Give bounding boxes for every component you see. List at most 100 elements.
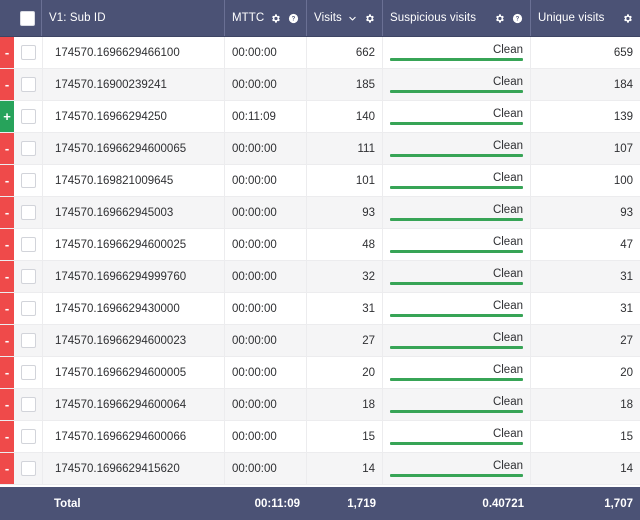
row-select-checkbox-cell[interactable] — [14, 133, 42, 164]
row-select-checkbox[interactable] — [20, 269, 36, 284]
suspicious-status-label: Clean — [492, 236, 523, 248]
gear-icon[interactable] — [270, 13, 281, 24]
cell-mttc: 00:11:09 — [225, 101, 307, 132]
row-select-checkbox[interactable] — [20, 237, 36, 252]
row-select-checkbox[interactable] — [20, 109, 36, 124]
cell-mttc: 00:00:00 — [225, 69, 307, 100]
cell-suspicious-visits: Clean — [383, 229, 531, 260]
cell-mttc: 00:00:00 — [225, 453, 307, 484]
cell-suspicious-visits: Clean — [383, 389, 531, 420]
cell-sub-id: 174570.16966294600023 — [42, 325, 225, 356]
row-select-checkbox-cell[interactable] — [14, 389, 42, 420]
select-all-checkbox[interactable] — [20, 10, 35, 26]
gear-icon[interactable] — [494, 13, 505, 24]
help-icon[interactable]: ? — [288, 13, 299, 24]
suspicious-status-label: Clean — [492, 268, 523, 280]
row-select-checkbox-cell[interactable] — [14, 69, 42, 100]
row-collapse-minus-icon[interactable]: - — [0, 165, 14, 196]
cell-suspicious-visits: Clean — [383, 325, 531, 356]
row-collapse-minus-icon[interactable]: - — [0, 229, 14, 260]
column-header-suspicious-visits[interactable]: Suspicious visits ? — [383, 0, 531, 36]
row-select-checkbox[interactable] — [20, 77, 36, 92]
row-select-checkbox-cell[interactable] — [14, 229, 42, 260]
cell-suspicious-visits: Clean — [383, 421, 531, 452]
row-select-checkbox-cell[interactable] — [14, 453, 42, 484]
suspicious-status-label: Clean — [492, 396, 523, 408]
help-icon[interactable]: ? — [512, 13, 523, 24]
table-row[interactable]: -174570.16966294600066 00:00:00 15 Clean 15 — [0, 421, 640, 453]
suspicious-progress-bar — [390, 314, 523, 317]
cell-unique-visits: 47 — [620, 238, 633, 251]
cell-unique-visits: 107 — [613, 142, 633, 155]
row-select-checkbox-cell[interactable] — [14, 261, 42, 292]
gear-icon[interactable] — [364, 13, 375, 24]
table-row[interactable]: -174570.16900239241 00:00:00 185 Clean 184 — [0, 69, 640, 101]
column-header-unique-visits[interactable]: Unique visits — [531, 0, 640, 36]
cell-sub-id: 174570.16966294250 — [42, 101, 225, 132]
row-select-checkbox-cell[interactable] — [14, 165, 42, 196]
total-suspicious-visits: 0.40721 — [482, 497, 524, 510]
cell-mttc: 00:00:00 — [225, 357, 307, 388]
column-header-visits[interactable]: Visits — [307, 0, 383, 36]
table-row[interactable]: -174570.16966294600025 00:00:00 48 Clean 47 — [0, 229, 640, 261]
row-collapse-minus-icon[interactable]: - — [0, 293, 14, 324]
suspicious-status-label: Clean — [492, 460, 523, 472]
table-row[interactable]: -174570.169821009645 00:00:00 101 Clean 100 — [0, 165, 640, 197]
table-row[interactable]: -174570.16966294600064 00:00:00 18 Clean 18 — [0, 389, 640, 421]
row-select-checkbox[interactable] — [20, 45, 36, 60]
suspicious-status-label: Clean — [492, 172, 523, 184]
row-select-checkbox-cell[interactable] — [14, 421, 42, 452]
row-collapse-minus-icon[interactable]: - — [0, 69, 14, 100]
table-row[interactable]: -174570.16966294600005 00:00:00 20 Clean 20 — [0, 357, 640, 389]
row-select-checkbox[interactable] — [20, 141, 36, 156]
cell-unique-visits: 659 — [613, 46, 633, 59]
cell-sub-id: 174570.16900239241 — [42, 69, 225, 100]
table-row[interactable]: -174570.16966294999760 00:00:00 32 Clean 31 — [0, 261, 640, 293]
row-select-checkbox-cell[interactable] — [14, 357, 42, 388]
column-header-mttc[interactable]: MTTC ? — [225, 0, 307, 36]
row-collapse-minus-icon[interactable]: - — [0, 261, 14, 292]
column-header-sub-id[interactable]: V1: Sub ID — [42, 0, 225, 36]
row-collapse-minus-icon[interactable]: - — [0, 37, 14, 68]
table-row[interactable]: -174570.1696629415620 00:00:00 14 Clean 14 — [0, 453, 640, 485]
row-select-checkbox[interactable] — [20, 461, 36, 476]
row-collapse-minus-icon[interactable]: - — [0, 453, 14, 484]
row-select-checkbox[interactable] — [20, 397, 36, 412]
table-row[interactable]: -174570.1696629430000 00:00:00 31 Clean 31 — [0, 293, 640, 325]
row-select-checkbox-cell[interactable] — [14, 325, 42, 356]
row-select-checkbox-cell[interactable] — [14, 101, 42, 132]
cell-sub-id: 174570.1696629415620 — [42, 453, 225, 484]
row-collapse-minus-icon[interactable]: - — [0, 325, 14, 356]
row-select-checkbox[interactable] — [20, 333, 36, 348]
row-select-checkbox[interactable] — [20, 429, 36, 444]
row-collapse-minus-icon[interactable]: - — [0, 389, 14, 420]
suspicious-status-label: Clean — [492, 300, 523, 312]
gear-icon[interactable] — [622, 13, 633, 24]
suspicious-progress-bar — [390, 218, 523, 221]
chevron-down-icon[interactable] — [348, 14, 357, 23]
cell-suspicious-visits: Clean — [383, 69, 531, 100]
table-row[interactable]: -174570.16966294600065 00:00:00 111 Clean 10… — [0, 133, 640, 165]
row-select-checkbox-cell[interactable] — [14, 37, 42, 68]
table-row[interactable]: +174570.16966294250 00:11:09 140 Clean 139 — [0, 101, 640, 133]
row-expand-plus-icon[interactable]: + — [0, 101, 14, 132]
row-collapse-minus-icon[interactable]: - — [0, 133, 14, 164]
cell-visits: 15 — [307, 421, 383, 452]
row-select-checkbox[interactable] — [20, 173, 36, 188]
cell-suspicious-visits: Clean — [383, 165, 531, 196]
cell-visits: 20 — [307, 357, 383, 388]
row-select-checkbox[interactable] — [20, 301, 36, 316]
table-row[interactable]: -174570.1696629466100 00:00:00 662 Clean 659 — [0, 37, 640, 69]
row-collapse-minus-icon[interactable]: - — [0, 421, 14, 452]
row-select-checkbox-cell[interactable] — [14, 293, 42, 324]
select-all-checkbox-cell[interactable] — [14, 0, 42, 36]
row-select-checkbox[interactable] — [20, 205, 36, 220]
suspicious-status-label: Clean — [492, 108, 523, 120]
table-row[interactable]: -174570.169662945003 00:00:00 93 Clean 93 — [0, 197, 640, 229]
row-collapse-minus-icon[interactable]: - — [0, 197, 14, 228]
table-row[interactable]: -174570.16966294600023 00:00:00 27 Clean 27 — [0, 325, 640, 357]
row-select-checkbox[interactable] — [20, 365, 36, 380]
row-select-checkbox-cell[interactable] — [14, 197, 42, 228]
row-collapse-minus-icon[interactable]: - — [0, 357, 14, 388]
cell-unique-visits: 27 — [620, 334, 633, 347]
